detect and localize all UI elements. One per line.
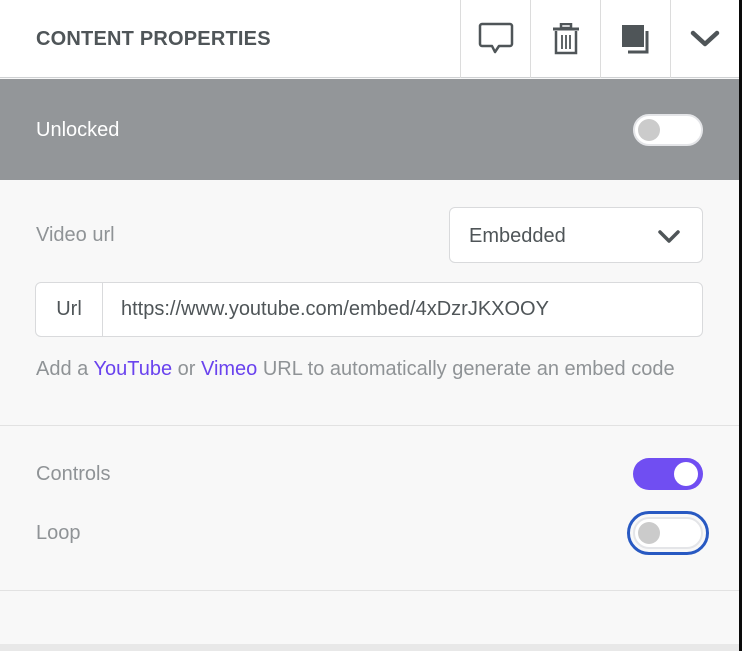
collapse-button[interactable] <box>670 0 739 78</box>
header-actions <box>460 0 739 78</box>
trash-icon <box>552 23 580 55</box>
video-source-value: Embedded <box>469 225 566 247</box>
vimeo-link[interactable]: Vimeo <box>201 358 257 380</box>
comment-button[interactable] <box>460 0 530 78</box>
help-prefix: Add a <box>36 358 94 380</box>
help-suffix: URL to automatically generate an embed c… <box>257 358 675 380</box>
toggle-knob <box>638 119 660 141</box>
controls-label: Controls <box>36 463 111 485</box>
chevron-down-icon <box>690 29 720 49</box>
help-middle: or <box>172 358 201 380</box>
toggle-knob <box>638 522 660 544</box>
chevron-down-icon <box>658 230 680 249</box>
panel-header: CONTENT PROPERTIES <box>0 0 739 78</box>
loop-toggle[interactable] <box>627 511 709 555</box>
section-divider <box>0 590 739 591</box>
video-source-select[interactable]: Embedded <box>449 207 703 263</box>
panel-title: CONTENT PROPERTIES <box>36 28 271 50</box>
toggle-knob <box>674 462 698 486</box>
youtube-link[interactable]: YouTube <box>93 358 172 380</box>
section-divider <box>0 425 739 426</box>
lock-toggle[interactable] <box>633 114 703 146</box>
duplicate-icon <box>621 24 651 54</box>
content-properties-panel: CONTENT PROPERTIES Unlocked Video url Em… <box>0 0 739 651</box>
url-addon-label: Url <box>36 283 103 336</box>
comment-icon <box>478 22 514 56</box>
delete-button[interactable] <box>530 0 600 78</box>
lock-status-label: Unlocked <box>36 119 120 141</box>
url-input-group: Url <box>35 282 703 337</box>
duplicate-button[interactable] <box>600 0 670 78</box>
video-url-input[interactable] <box>103 283 702 336</box>
lock-bar: Unlocked <box>0 79 739 180</box>
loop-label: Loop <box>36 522 81 544</box>
embed-help-text: Add a YouTube or Vimeo URL to automatica… <box>36 356 676 382</box>
controls-toggle[interactable] <box>633 458 703 490</box>
panel-footer <box>0 644 739 651</box>
video-url-label: Video url <box>36 224 115 246</box>
